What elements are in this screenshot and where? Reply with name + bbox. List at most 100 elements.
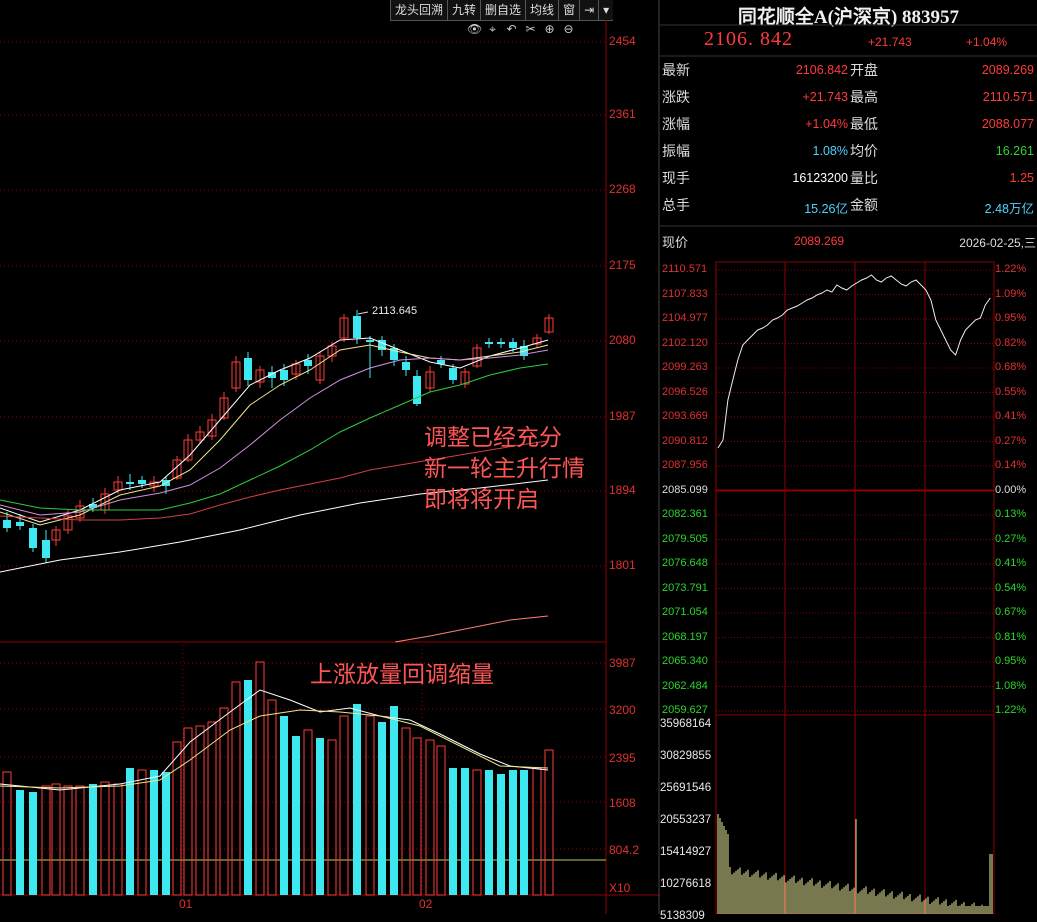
volume-bar-up	[183, 727, 193, 896]
intraday-price-tick: 2104.977	[662, 312, 708, 324]
candle-down	[42, 540, 50, 558]
intraday-price-tick: 2096.526	[662, 385, 708, 398]
intraday-pct-tick: 0.27%	[995, 532, 1027, 545]
intraday-chart[interactable]	[660, 0, 1037, 914]
intraday-pct-tick: 1.09%	[995, 287, 1027, 300]
annotation-line: 新一轮主升行情	[424, 456, 585, 482]
price-tick: 1801	[609, 558, 636, 572]
intraday-volume-tick: 20553237	[660, 814, 712, 826]
volume-bar-down	[461, 768, 469, 895]
candle-down	[244, 358, 252, 380]
candle-down	[280, 370, 288, 380]
intraday-pct-tick: 0.54%	[995, 581, 1027, 594]
volume-annotation: 上涨放量回调缩量	[310, 662, 494, 688]
volume-tick: 2395	[609, 751, 636, 765]
intraday-pct-tick: 1.08%	[995, 679, 1027, 692]
volume-bar-up	[436, 745, 446, 896]
price-tick: 2268	[609, 182, 636, 196]
volume-bar-up	[195, 725, 205, 896]
candle-down	[366, 340, 374, 342]
intraday-pct-tick: 1.22%	[995, 263, 1027, 275]
intraday-price-tick: 2099.263	[662, 361, 708, 373]
volume-tick: 804.2	[609, 843, 640, 857]
intraday-pct-tick: 0.67%	[995, 606, 1027, 618]
intraday-pct-tick: 0.55%	[995, 385, 1027, 398]
volume-bar-down	[509, 770, 517, 895]
intraday-price-tick: 2076.648	[662, 557, 708, 569]
volume-tick: X10	[609, 881, 631, 895]
date-label: 02	[419, 897, 433, 911]
intraday-price-tick: 2068.197	[662, 630, 708, 643]
intraday-pct-tick: 0.95%	[995, 655, 1027, 667]
volume-bar-up	[339, 715, 349, 896]
intraday-price-tick: 2059.627	[662, 704, 708, 716]
volume-bar-down	[353, 704, 361, 895]
volume-bar-down	[316, 738, 324, 895]
volume-bar-down	[280, 716, 288, 895]
price-tick: 2361	[609, 107, 636, 121]
candle-down	[304, 360, 312, 366]
ma250-line	[394, 615, 549, 643]
volume-bar-down	[16, 790, 24, 895]
volume-bar-down	[449, 768, 457, 895]
volume-bar-down	[378, 722, 386, 895]
volume-bar-down	[244, 680, 252, 895]
intraday-price-line	[717, 274, 991, 449]
volume-bar-down	[390, 706, 398, 895]
candle-down	[138, 480, 146, 484]
volume-bar-up	[303, 729, 313, 896]
intraday-pct-tick: 0.00%	[995, 483, 1027, 496]
candle-down	[509, 342, 517, 348]
volume-bar-up	[51, 783, 61, 896]
intraday-price-tick: 2110.571	[662, 263, 708, 275]
intraday-price-tick: 2102.120	[662, 336, 708, 349]
candle-down	[29, 528, 37, 548]
intraday-pct-tick: 0.13%	[995, 508, 1027, 520]
volume-bar-up	[100, 781, 110, 896]
intraday-volume-tick: 10276618	[660, 878, 712, 890]
chart-annotation: 调整已经充分 新一轮主升行情 即将将开启	[424, 423, 585, 516]
volume-bar-up	[113, 783, 123, 896]
volume-bar-up	[267, 699, 277, 896]
volume-bar-up	[532, 767, 542, 896]
intraday-price-tick: 2062.484	[662, 679, 708, 692]
price-tick: 1987	[609, 409, 636, 423]
candle-down	[402, 362, 410, 370]
intraday-pct-tick: 0.41%	[995, 557, 1027, 569]
intraday-volume-tick: 5138309	[660, 910, 705, 922]
intraday-price-tick: 2087.956	[662, 459, 708, 471]
intraday-price-tick: 2082.361	[662, 508, 708, 520]
volume-tick: 1608	[609, 796, 636, 810]
volume-bar-up	[207, 721, 217, 896]
candle-down	[485, 342, 493, 344]
volume-bar-up	[412, 737, 422, 896]
intraday-price-tick: 2107.833	[662, 287, 708, 300]
volume-bar-up	[2, 771, 12, 896]
intraday-pct-tick: 0.82%	[995, 336, 1027, 349]
volume-bar-up	[231, 681, 241, 896]
candle-down	[449, 368, 457, 380]
intraday-volume-tick: 30829855	[660, 750, 712, 762]
volume-bar-down	[485, 770, 493, 895]
volume-bar-up	[327, 739, 337, 896]
volume-bar-down	[29, 792, 37, 895]
intraday-pct-tick: 1.22%	[995, 704, 1027, 716]
volume-bar-down	[162, 772, 170, 895]
intraday-volume-tick: 15414927	[660, 846, 712, 858]
volume-bar-down	[150, 770, 158, 895]
candle-down	[16, 522, 24, 526]
volume-bar-up	[401, 727, 411, 896]
price-tick: 2080	[609, 333, 636, 347]
candle-down	[3, 520, 11, 528]
volume-bar-up	[544, 749, 554, 896]
intraday-price-tick: 2073.791	[662, 581, 708, 594]
volume-bar-down	[126, 768, 134, 895]
intraday-pct-tick: 0.27%	[995, 434, 1027, 447]
intraday-price-tick: 2093.669	[662, 410, 708, 422]
volume-bar-up	[472, 769, 482, 896]
volume-bar-up	[172, 741, 182, 896]
price-tick: 1894	[609, 483, 636, 497]
candle-down	[353, 316, 361, 338]
price-tick: 2175	[609, 258, 636, 272]
volume-bar-down	[520, 770, 528, 895]
